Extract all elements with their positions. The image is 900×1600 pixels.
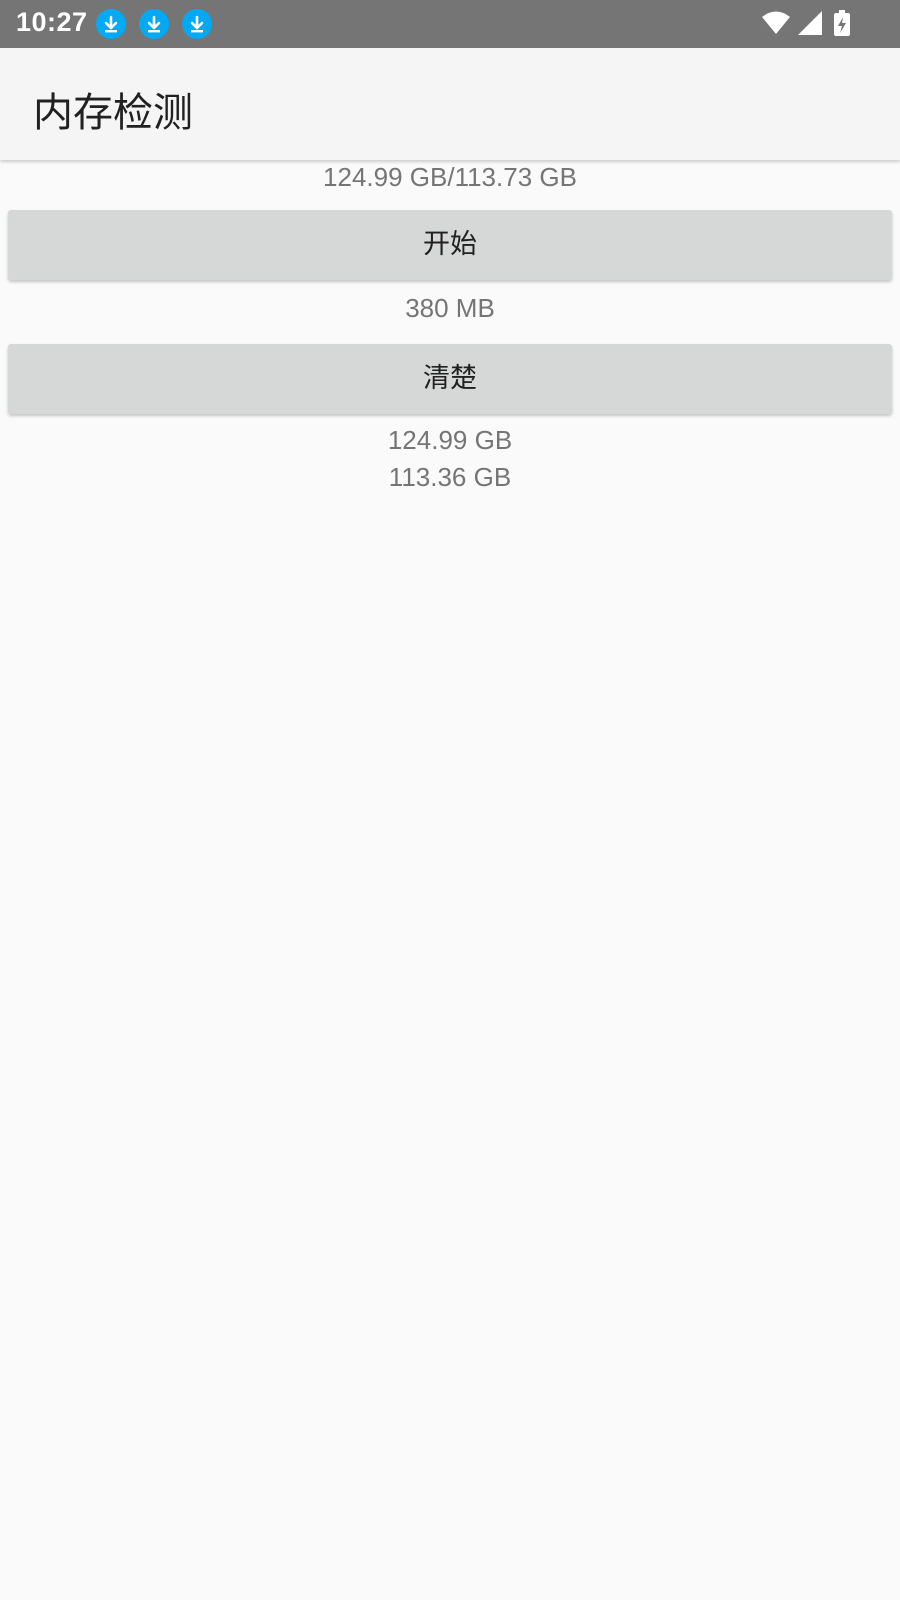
download-icon (139, 9, 169, 39)
status-time: 10:27 (16, 7, 88, 37)
wifi-icon (762, 11, 790, 34)
app-bar: 内存检测 (0, 48, 900, 160)
page-title: 内存检测 (33, 90, 193, 136)
available-storage-text: 113.36 GB (388, 462, 512, 492)
total-storage-text: 124.99 GB (387, 425, 513, 455)
status-bar: 10:27 (0, 0, 900, 48)
download-icon (96, 9, 126, 39)
memory-value-text: 380 MB (405, 293, 495, 323)
battery-charging-icon (834, 10, 850, 36)
clear-button[interactable]: 清楚 (8, 344, 892, 414)
start-button[interactable]: 开始 (8, 210, 892, 280)
download-icon (182, 9, 212, 39)
system-status-icons (762, 10, 850, 36)
signal-icon (798, 11, 822, 35)
storage-summary-text: 124.99 GB/113.73 GB (323, 162, 577, 192)
